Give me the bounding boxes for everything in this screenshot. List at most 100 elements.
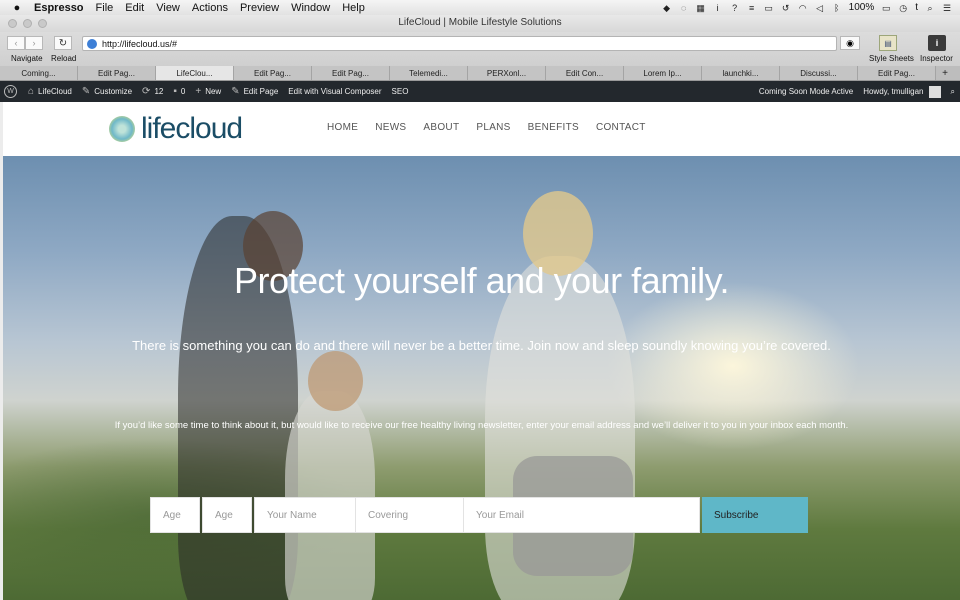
hero-subheadline: There is something you can do and there …	[132, 338, 831, 353]
bluetooth-icon[interactable]: ᛒ	[832, 3, 842, 13]
tab-lifecloud[interactable]: LifeClou...	[156, 66, 234, 80]
user-menu[interactable]: t	[915, 2, 918, 13]
spotlight-search-icon[interactable]: ⌕	[925, 3, 935, 13]
tab-edit-page-2[interactable]: Edit Pag...	[234, 66, 312, 80]
nav-home[interactable]: HOME	[327, 122, 358, 133]
new-tab-button[interactable]: +	[936, 66, 954, 80]
navigate-label: Navigate	[11, 54, 43, 63]
wp-updates-count: 12	[154, 87, 164, 96]
menu-help[interactable]: Help	[336, 2, 371, 14]
time-machine-icon[interactable]: ↺	[781, 3, 791, 13]
bars-icon[interactable]: ≡	[747, 3, 757, 13]
apple-menu-icon[interactable]: ●	[6, 2, 28, 14]
nav-benefits[interactable]: BENEFITS	[528, 122, 579, 133]
menu-window[interactable]: Window	[285, 2, 336, 14]
wp-site-label: LifeCloud	[38, 87, 72, 96]
tab-edit-con[interactable]: Edit Con...	[546, 66, 624, 80]
back-button[interactable]: ‹	[7, 36, 25, 50]
hero-photo-child-head	[308, 351, 363, 411]
menu-preview[interactable]: Preview	[234, 2, 285, 14]
tab-bar: Coming... Edit Pag... LifeClou... Edit P…	[0, 66, 960, 81]
wp-site-link[interactable]: ⌂ LifeCloud	[23, 81, 77, 102]
wp-comments-link[interactable]: ▪ 0	[168, 81, 190, 102]
tab-edit-page-1[interactable]: Edit Pag...	[78, 66, 156, 80]
wp-comments-count: 0	[180, 87, 186, 96]
help-circle-icon[interactable]: ?	[730, 3, 740, 13]
wp-seo-link[interactable]: SEO	[387, 81, 414, 102]
tab-discussi[interactable]: Discussi...	[780, 66, 858, 80]
email-input[interactable]: Your Email	[464, 497, 700, 533]
tab-edit-page-3[interactable]: Edit Pag...	[312, 66, 390, 80]
covering-select[interactable]: Covering	[356, 497, 464, 533]
clock-icon[interactable]: ◷	[898, 3, 908, 13]
avatar	[928, 85, 941, 98]
wp-new-link[interactable]: + New	[190, 81, 226, 102]
tab-lorem[interactable]: Lorem Ip...	[624, 66, 702, 80]
reload-button[interactable]: ↻	[54, 36, 72, 50]
inspector-icon[interactable]: i	[928, 35, 946, 51]
wifi-icon[interactable]: ◠	[798, 3, 808, 13]
reload-label: Reload	[51, 54, 77, 63]
mac-menubar: ● Espresso File Edit View Actions Previe…	[0, 0, 960, 15]
wp-account-menu[interactable]: Howdy, tmulligan	[858, 81, 945, 102]
notification-center-icon[interactable]: ☰	[942, 3, 952, 13]
menu-edit[interactable]: Edit	[119, 2, 150, 14]
wp-customize-link[interactable]: ✎ Customize	[77, 81, 137, 102]
nav-contact[interactable]: CONTACT	[596, 122, 646, 133]
site-viewport: lifecloud HOME NEWS ABOUT PLANS BENEFITS…	[3, 102, 960, 600]
grid-icon[interactable]: ▦	[696, 3, 706, 13]
url-bar[interactable]: http://lifecloud.us/#	[82, 36, 837, 51]
tab-launchki[interactable]: launchki...	[702, 66, 780, 80]
age-input-1[interactable]: Age	[150, 497, 200, 533]
age-input-2[interactable]: Age	[202, 497, 252, 533]
nav-news[interactable]: NEWS	[375, 122, 406, 133]
nav-about[interactable]: ABOUT	[423, 122, 459, 133]
wp-customize-label: Customize	[94, 87, 133, 96]
name-input[interactable]: Your Name	[254, 497, 356, 533]
window-title: LifeCloud | Mobile Lifestyle Solutions	[398, 17, 562, 28]
wordpress-admin-bar: W ⌂ LifeCloud ✎ Customize ⟳ 12 ▪ 0 + New ✎ Edi…	[0, 81, 960, 102]
site-header: lifecloud HOME NEWS ABOUT PLANS BENEFITS…	[3, 102, 960, 156]
hero-headline: Protect yourself and your family.	[233, 260, 730, 301]
airplay-icon[interactable]: ▭	[764, 3, 774, 13]
wp-search-icon[interactable]: ⌕	[946, 81, 960, 102]
evernote-icon[interactable]: ◆	[662, 3, 672, 13]
battery-icon[interactable]: ▭	[881, 3, 891, 13]
forward-button[interactable]: ›	[25, 36, 43, 50]
status-circle-icon[interactable]: ◌	[679, 3, 689, 13]
preview-eye-button[interactable]: ◉	[840, 36, 860, 50]
volume-icon[interactable]: ◁	[815, 3, 825, 13]
globe-icon	[87, 38, 97, 49]
tab-perxonl[interactable]: PERXonl...	[468, 66, 546, 80]
hero-section: Protect yourself and your family. There …	[3, 156, 960, 600]
info-icon[interactable]: i	[713, 3, 723, 13]
url-text[interactable]: http://lifecloud.us/#	[102, 39, 177, 49]
wordpress-logo-icon[interactable]: W	[4, 85, 17, 98]
wp-edit-page-link[interactable]: ✎ Edit Page	[226, 81, 283, 102]
style-sheets-icon[interactable]: ▤	[879, 35, 897, 51]
menu-file[interactable]: File	[90, 2, 120, 14]
tab-telemedi[interactable]: Telemedi...	[390, 66, 468, 80]
logo-text: lifecloud	[141, 112, 243, 145]
brush-icon: ✎	[81, 86, 91, 97]
navigate-buttons: ‹ ›	[7, 36, 43, 50]
wp-visual-composer-link[interactable]: Edit with Visual Composer	[283, 81, 386, 102]
menu-app-name[interactable]: Espresso	[28, 2, 90, 14]
comment-icon: ▪	[173, 86, 177, 97]
tab-edit-page-4[interactable]: Edit Pag...	[858, 66, 936, 80]
dashboard-icon: ⌂	[28, 86, 35, 97]
wp-coming-soon-status[interactable]: Coming Soon Mode Active	[754, 81, 858, 102]
style-sheets-label: Style Sheets	[869, 54, 914, 63]
subscribe-button[interactable]: Subscribe	[702, 497, 808, 533]
site-logo[interactable]: lifecloud	[109, 112, 243, 146]
updates-icon: ⟳	[142, 86, 151, 97]
browser-toolbar: ‹ › ↻ Navigate Reload http://lifecloud.u…	[0, 32, 960, 66]
menu-actions[interactable]: Actions	[186, 2, 234, 14]
menubar-status-area: ◆ ◌ ▦ i ? ≡ ▭ ↺ ◠ ◁ ᛒ 100% ▭ ◷ t ⌕ ☰	[662, 2, 960, 13]
menu-view[interactable]: View	[150, 2, 186, 14]
nav-plans[interactable]: PLANS	[476, 122, 510, 133]
cloud-logo-icon	[109, 116, 135, 142]
wp-updates-link[interactable]: ⟳ 12	[137, 81, 168, 102]
wp-howdy-label: Howdy, tmulligan	[863, 87, 924, 96]
tab-coming[interactable]: Coming...	[0, 66, 78, 80]
